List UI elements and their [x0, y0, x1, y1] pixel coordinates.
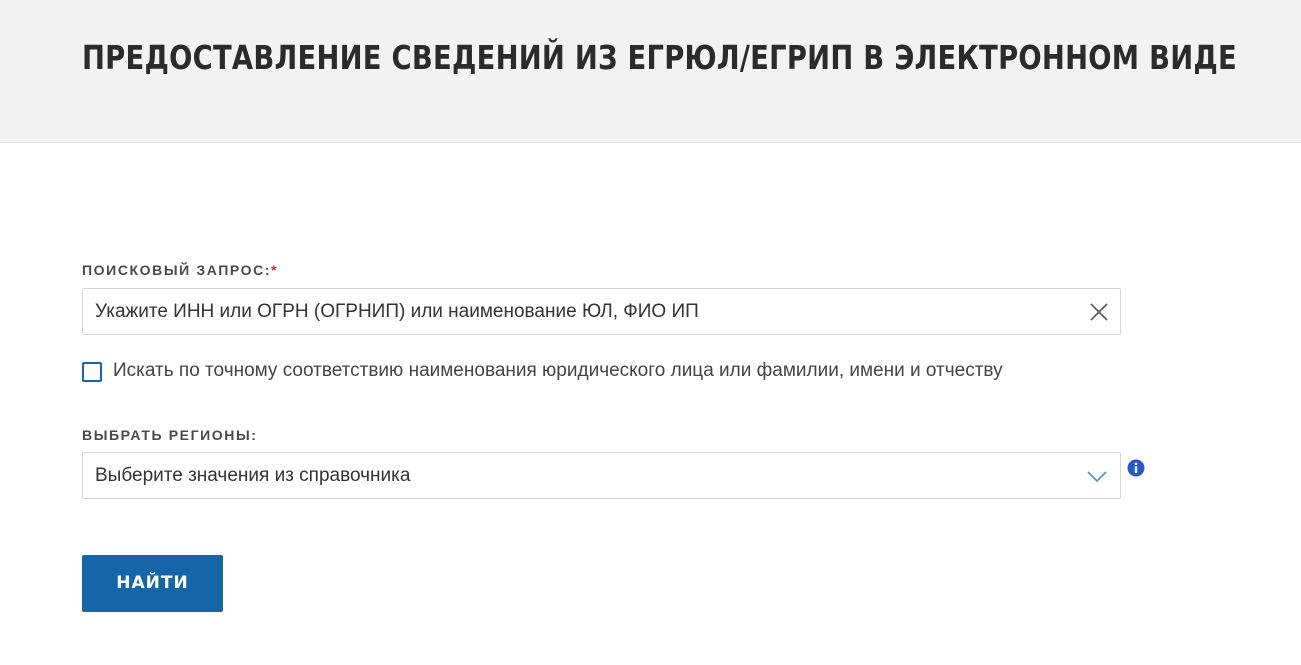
regions-select[interactable]: Выберите значения из справочника	[82, 452, 1121, 499]
info-icon[interactable]	[1127, 459, 1145, 477]
exact-match-label[interactable]: Искать по точному соответствию наименова…	[113, 360, 1003, 382]
regions-select-value[interactable]: Выберите значения из справочника	[95, 465, 410, 487]
search-button[interactable]: НАЙТИ	[82, 555, 223, 612]
chevron-down-icon[interactable]	[1086, 468, 1108, 484]
page-header: ПРЕДОСТАВЛЕНИЕ СВЕДЕНИЙ ИЗ ЕГРЮЛ/ЕГРИП В…	[0, 0, 1301, 143]
search-input-placeholder[interactable]: Укажите ИНН или ОГРН (ОГРНИП) или наимен…	[95, 301, 699, 323]
required-mark: *	[271, 262, 279, 278]
search-input[interactable]: Укажите ИНН или ОГРН (ОГРНИП) или наимен…	[82, 288, 1121, 335]
search-label: ПОИСКОВЫЙ ЗАПРОС:*	[82, 262, 278, 278]
close-icon[interactable]	[1088, 301, 1110, 323]
search-label-text: ПОИСКОВЫЙ ЗАПРОС:	[82, 262, 272, 278]
page-title: ПРЕДОСТАВЛЕНИЕ СВЕДЕНИЙ ИЗ ЕГРЮЛ/ЕГРИП В…	[82, 38, 1237, 77]
regions-label: ВЫБРАТЬ РЕГИОНЫ:	[82, 427, 258, 443]
exact-match-checkbox[interactable]	[82, 362, 102, 382]
